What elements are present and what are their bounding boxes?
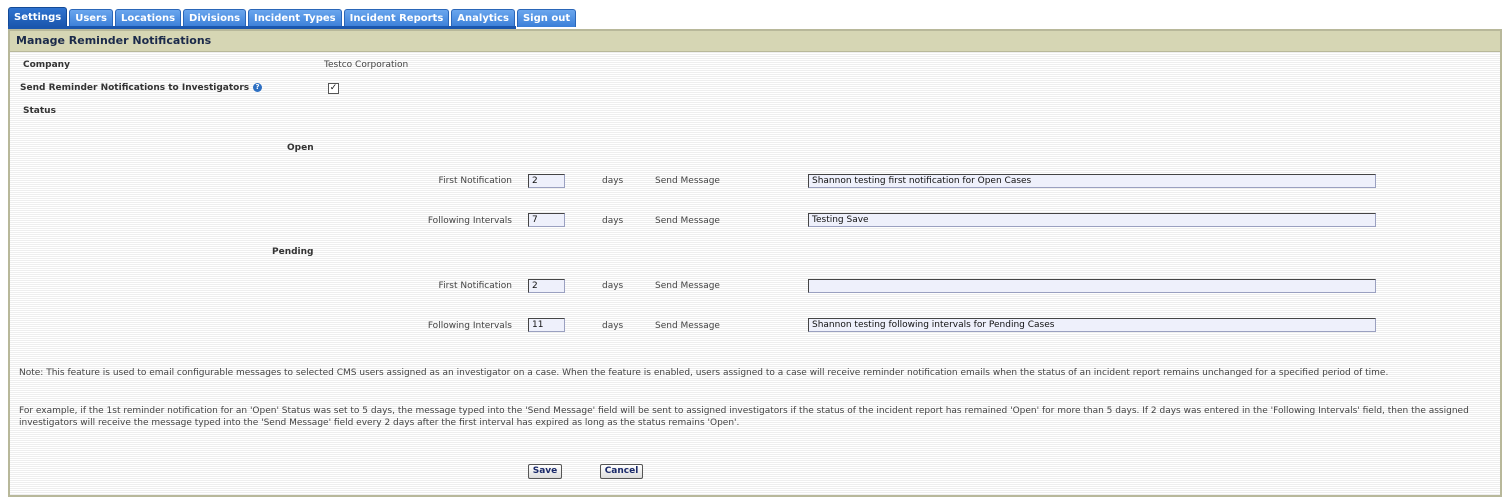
send-reminder-checkbox[interactable]: ✓ (328, 83, 339, 94)
open-following-send-message-label: Send Message (655, 216, 720, 226)
tab-analytics[interactable]: Analytics (451, 9, 515, 27)
pending-first-send-message-label: Send Message (655, 281, 720, 291)
tab-bar: Settings Users Locations Divisions Incid… (8, 7, 578, 27)
feature-note: Note: This feature is used to email conf… (19, 368, 1389, 378)
tab-incident-reports[interactable]: Incident Reports (343, 9, 450, 27)
open-heading: Open (287, 143, 314, 153)
tab-locations[interactable]: Locations (114, 9, 182, 27)
tab-divisions[interactable]: Divisions (183, 9, 247, 27)
page-title: Manage Reminder Notifications (16, 34, 212, 47)
pending-first-days-input[interactable]: 2 (528, 279, 565, 293)
tab-settings[interactable]: Settings (8, 7, 68, 27)
status-label: Status (23, 106, 56, 116)
open-first-days-input[interactable]: 2 (528, 174, 565, 188)
open-first-notification-label: First Notification (438, 176, 512, 186)
help-icon[interactable]: ? (253, 83, 262, 92)
example-note: For example, if the 1st reminder notific… (19, 406, 1469, 428)
pending-heading: Pending (272, 247, 314, 257)
open-following-days-unit: days (602, 216, 624, 226)
open-following-message-input[interactable]: Testing Save (808, 213, 1376, 227)
pending-first-notification-label: First Notification (438, 281, 512, 291)
open-following-days-input[interactable]: 7 (528, 213, 565, 227)
pending-following-message-input[interactable]: Shannon testing following intervals for … (808, 318, 1376, 332)
save-button[interactable]: Save (528, 464, 562, 479)
pending-first-days-unit: days (602, 281, 624, 291)
tab-users[interactable]: Users (69, 9, 113, 27)
pending-first-message-input[interactable] (808, 279, 1376, 293)
pending-following-intervals-label: Following Intervals (427, 321, 512, 331)
panel-header: Manage Reminder Notifications (10, 31, 1500, 52)
reminder-settings-panel: Manage Reminder Notifications Company Te… (8, 29, 1502, 497)
open-first-message-input[interactable]: Shannon testing first notification for O… (808, 174, 1376, 188)
company-value: Testco Corporation (324, 60, 409, 70)
send-reminder-label: Send Reminder Notifications to Investiga… (20, 83, 250, 93)
tab-sign-out[interactable]: Sign out (516, 9, 577, 27)
open-first-send-message-label: Send Message (655, 176, 720, 186)
open-first-days-unit: days (602, 176, 624, 186)
pending-following-days-unit: days (602, 321, 624, 331)
open-following-intervals-label: Following Intervals (427, 216, 512, 226)
company-label: Company (23, 60, 70, 70)
tab-incident-types[interactable]: Incident Types (248, 9, 342, 27)
pending-following-days-input[interactable]: 11 (528, 318, 565, 332)
pending-following-send-message-label: Send Message (655, 321, 720, 331)
cancel-button[interactable]: Cancel (600, 464, 643, 479)
